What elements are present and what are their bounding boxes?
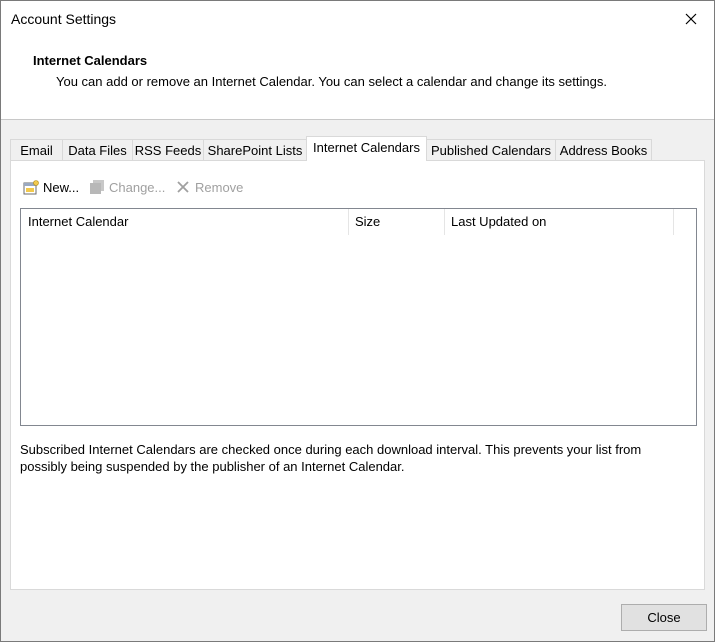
subscription-note: Subscribed Internet Calendars are checke… xyxy=(20,442,642,474)
tab-published-calendars[interactable]: Published Calendars xyxy=(426,139,556,160)
tab-sharepoint-lists[interactable]: SharePoint Lists xyxy=(203,139,307,160)
account-settings-dialog: Account Settings Internet Calendars You … xyxy=(0,0,715,642)
header-title: Internet Calendars xyxy=(33,53,148,68)
new-button[interactable]: New... xyxy=(23,177,79,197)
dialog-header: Internet Calendars You can add or remove… xyxy=(1,37,714,120)
remove-x-icon xyxy=(175,179,191,195)
tab-rss-feeds[interactable]: RSS Feeds xyxy=(132,139,204,160)
new-calendar-icon xyxy=(23,179,39,195)
change-button[interactable]: Change... xyxy=(89,177,165,197)
list-header: Internet Calendar Size Last Updated on xyxy=(21,209,696,235)
change-button-label: Change... xyxy=(109,179,166,195)
column-last-updated[interactable]: Last Updated on xyxy=(444,209,674,235)
title-bar: Account Settings xyxy=(1,1,714,37)
internet-calendar-list[interactable]: Internet Calendar Size Last Updated on xyxy=(20,208,697,426)
tab-panel: New... Change... Remove Internet Calenda… xyxy=(10,160,705,590)
remove-button[interactable]: Remove xyxy=(175,177,243,197)
change-icon xyxy=(89,179,105,195)
window-title: Account Settings xyxy=(11,11,117,27)
column-internet-calendar[interactable]: Internet Calendar xyxy=(21,209,349,235)
tab-data-files[interactable]: Data Files xyxy=(62,139,133,160)
new-button-label: New... xyxy=(43,179,80,195)
tab-email[interactable]: Email xyxy=(10,139,63,160)
remove-button-label: Remove xyxy=(195,179,244,195)
close-icon[interactable] xyxy=(668,1,714,37)
close-button[interactable]: Close xyxy=(621,604,707,631)
tab-internet-calendars[interactable]: Internet Calendars xyxy=(306,136,427,161)
tab-address-books[interactable]: Address Books xyxy=(555,139,652,160)
column-size[interactable]: Size xyxy=(348,209,445,235)
header-description: You can add or remove an Internet Calend… xyxy=(56,74,607,89)
